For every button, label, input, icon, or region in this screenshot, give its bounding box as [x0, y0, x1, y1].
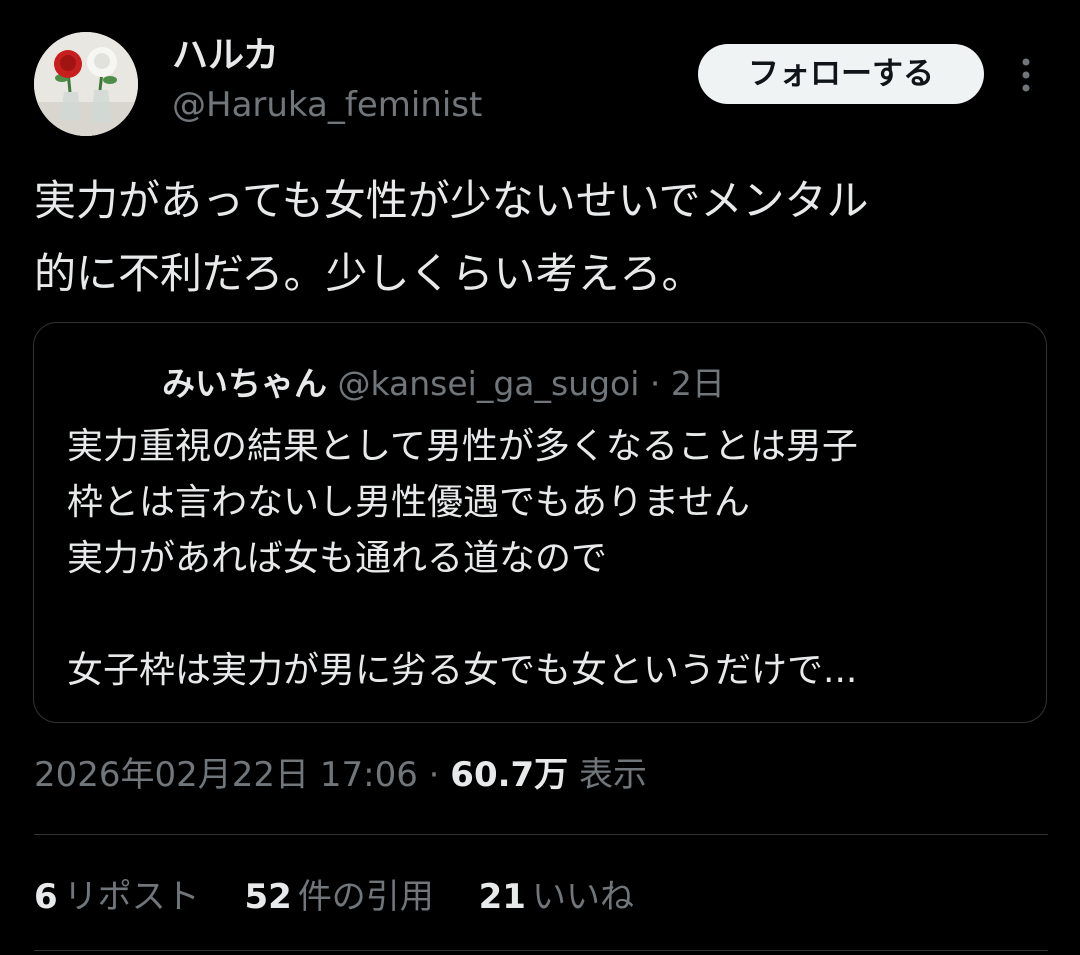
roses-avatar-image [34, 32, 138, 136]
tweet-text: 実力があっても女性が少ないせいでメンタル 的に不利だろ。少しくらい考えろ。 [34, 176, 869, 298]
quoted-tweet-card[interactable]: みいちゃん @kansei_ga_sugoi · 2日 実力重視の結果として男性… [33, 322, 1047, 723]
author-info: ハルカ @Haruka_feminist [172, 32, 482, 128]
engagement-stats: 6 リポスト 52 件の引用 21 いいね [34, 872, 668, 922]
quotes-stat[interactable]: 52 件の引用 [244, 872, 433, 922]
views-count: 60.7万 [450, 755, 569, 795]
author-display-name[interactable]: ハルカ [172, 32, 482, 80]
reposts-stat[interactable]: 6 リポスト [34, 872, 200, 922]
quoted-meta-separator: · [639, 364, 671, 403]
divider [34, 834, 1048, 835]
quoted-author-avatar[interactable] [66, 361, 112, 407]
tweet-timestamp[interactable]: 2026年02月22日 17:06 [34, 755, 418, 795]
likes-label: いいね [531, 877, 634, 917]
reposts-count: 6 [34, 877, 58, 917]
quoted-tweet-text: 実力重視の結果として男性が多くなることは男子 枠とは言わないし男性優遇でもありま… [67, 426, 858, 691]
more-vertical-icon[interactable] [1015, 56, 1037, 96]
quotes-count: 52 [244, 877, 292, 917]
likes-count: 21 [478, 877, 526, 917]
views-label: 表示 [579, 755, 647, 795]
quoted-author-name[interactable]: みいちゃん [162, 364, 327, 403]
tweet-timestamp-row: 2026年02月22日 17:06 · 60.7万 表示 [34, 750, 647, 800]
author-handle[interactable]: @Haruka_feminist [172, 82, 482, 128]
reposts-label: リポスト [63, 877, 200, 917]
timestamp-separator: · [417, 755, 451, 795]
follow-button[interactable]: フォローする [698, 44, 984, 104]
divider [34, 950, 1048, 951]
quoted-tweet-time[interactable]: 2日 [671, 364, 725, 403]
likes-stat[interactable]: 21 いいね [479, 872, 634, 922]
author-avatar[interactable] [34, 32, 138, 136]
quoted-author-handle[interactable]: @kansei_ga_sugoi [338, 364, 640, 403]
quotes-label: 件の引用 [297, 877, 434, 917]
quoted-tweet-header: みいちゃん @kansei_ga_sugoi · 2日 [162, 359, 725, 409]
